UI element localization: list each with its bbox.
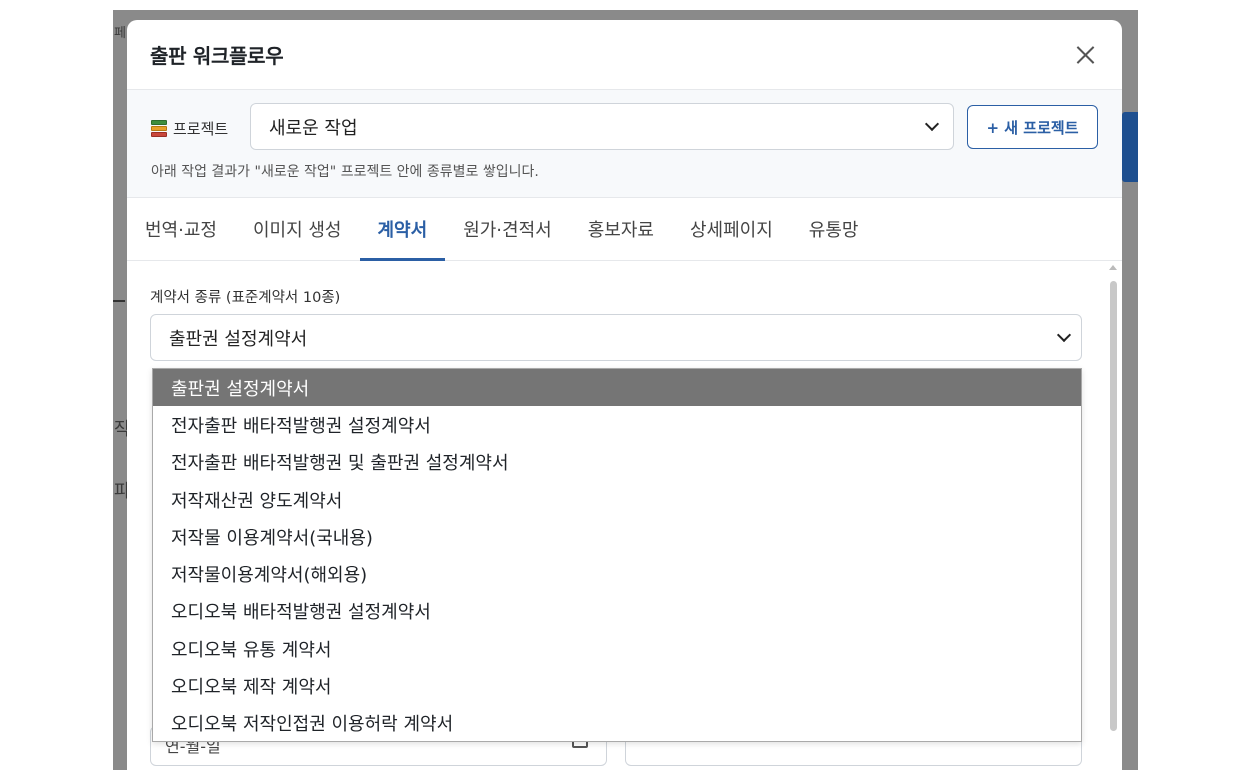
tab-cost-estimate[interactable]: 원가·견적서 bbox=[445, 198, 570, 260]
contract-type-dropdown: 출판권 설정계약서 전자출판 배타적발행권 설정계약서 전자출판 배타적발행권 … bbox=[152, 368, 1082, 742]
project-bar: 프로젝트 새로운 작업 + 새 프로젝트 아래 작업 결과가 "새로운 작업" … bbox=[127, 90, 1122, 198]
scrollbar-thumb[interactable] bbox=[1110, 281, 1117, 731]
tab-contract[interactable]: 계약서 bbox=[359, 198, 446, 261]
contract-type-select[interactable]: 출판권 설정계약서 bbox=[150, 314, 1082, 361]
background-text: 페 bbox=[114, 26, 126, 41]
modal-header: 출판 워크플로우 bbox=[127, 20, 1122, 90]
project-label-text: 프로젝트 bbox=[173, 120, 229, 138]
workflow-tabs: 번역·교정 이미지 생성 계약서 원가·견적서 홍보자료 상세페이지 유통망 bbox=[127, 198, 1122, 261]
tab-distribution[interactable]: 유통망 bbox=[791, 198, 877, 260]
chevron-down-icon bbox=[924, 116, 940, 131]
dropdown-option[interactable]: 저작재산권 양도계약서 bbox=[153, 481, 1081, 518]
contract-select-value: 출판권 설정계약서 bbox=[169, 328, 308, 350]
tab-image-generation[interactable]: 이미지 생성 bbox=[235, 198, 360, 260]
tab-translation[interactable]: 번역·교정 bbox=[127, 198, 235, 260]
dropdown-option[interactable]: 오디오북 배타적발행권 설정계약서 bbox=[153, 593, 1081, 630]
scroll-up-arrow[interactable] bbox=[1109, 265, 1117, 270]
project-label: 프로젝트 bbox=[151, 118, 228, 139]
tab-promotion[interactable]: 홍보자료 bbox=[570, 198, 672, 260]
dropdown-option[interactable]: 오디오북 저작인접권 이용허락 계약서 bbox=[153, 705, 1081, 742]
background-button bbox=[1122, 112, 1138, 182]
dropdown-option[interactable]: 오디오북 유통 계약서 bbox=[153, 630, 1081, 667]
close-icon[interactable] bbox=[1070, 40, 1100, 70]
dropdown-option[interactable]: 저작물이용계약서(해외용) bbox=[153, 555, 1081, 592]
project-select-value: 새로운 작업 bbox=[269, 117, 358, 139]
screen: 페 작 파 수 출판 워크플로우 프로젝트 새로운 작업 + 새 프로젝트 아래… bbox=[0, 0, 1260, 770]
dropdown-option[interactable]: 오디오북 제작 계약서 bbox=[153, 667, 1081, 704]
dropdown-option[interactable]: 전자출판 배타적발행권 설정계약서 bbox=[153, 406, 1081, 443]
modal-title: 출판 워크플로우 bbox=[150, 44, 284, 68]
project-select[interactable]: 새로운 작업 bbox=[250, 103, 954, 150]
dropdown-option[interactable]: 전자출판 배타적발행권 및 출판권 설정계약서 bbox=[153, 444, 1081, 481]
dropdown-option[interactable]: 출판권 설정계약서 bbox=[153, 369, 1081, 407]
contract-type-label: 계약서 종류 (표준계약서 10종) bbox=[150, 290, 341, 306]
project-hint: 아래 작업 결과가 "새로운 작업" 프로젝트 안에 종류별로 쌓입니다. bbox=[151, 164, 539, 180]
chevron-down-icon bbox=[1056, 327, 1072, 342]
new-project-button[interactable]: + 새 프로젝트 bbox=[967, 105, 1098, 149]
dropdown-option[interactable]: 저작물 이용계약서(국내용) bbox=[153, 518, 1081, 555]
background-divider bbox=[113, 300, 125, 302]
tab-detail-page[interactable]: 상세페이지 bbox=[672, 198, 791, 260]
books-icon bbox=[151, 120, 167, 137]
